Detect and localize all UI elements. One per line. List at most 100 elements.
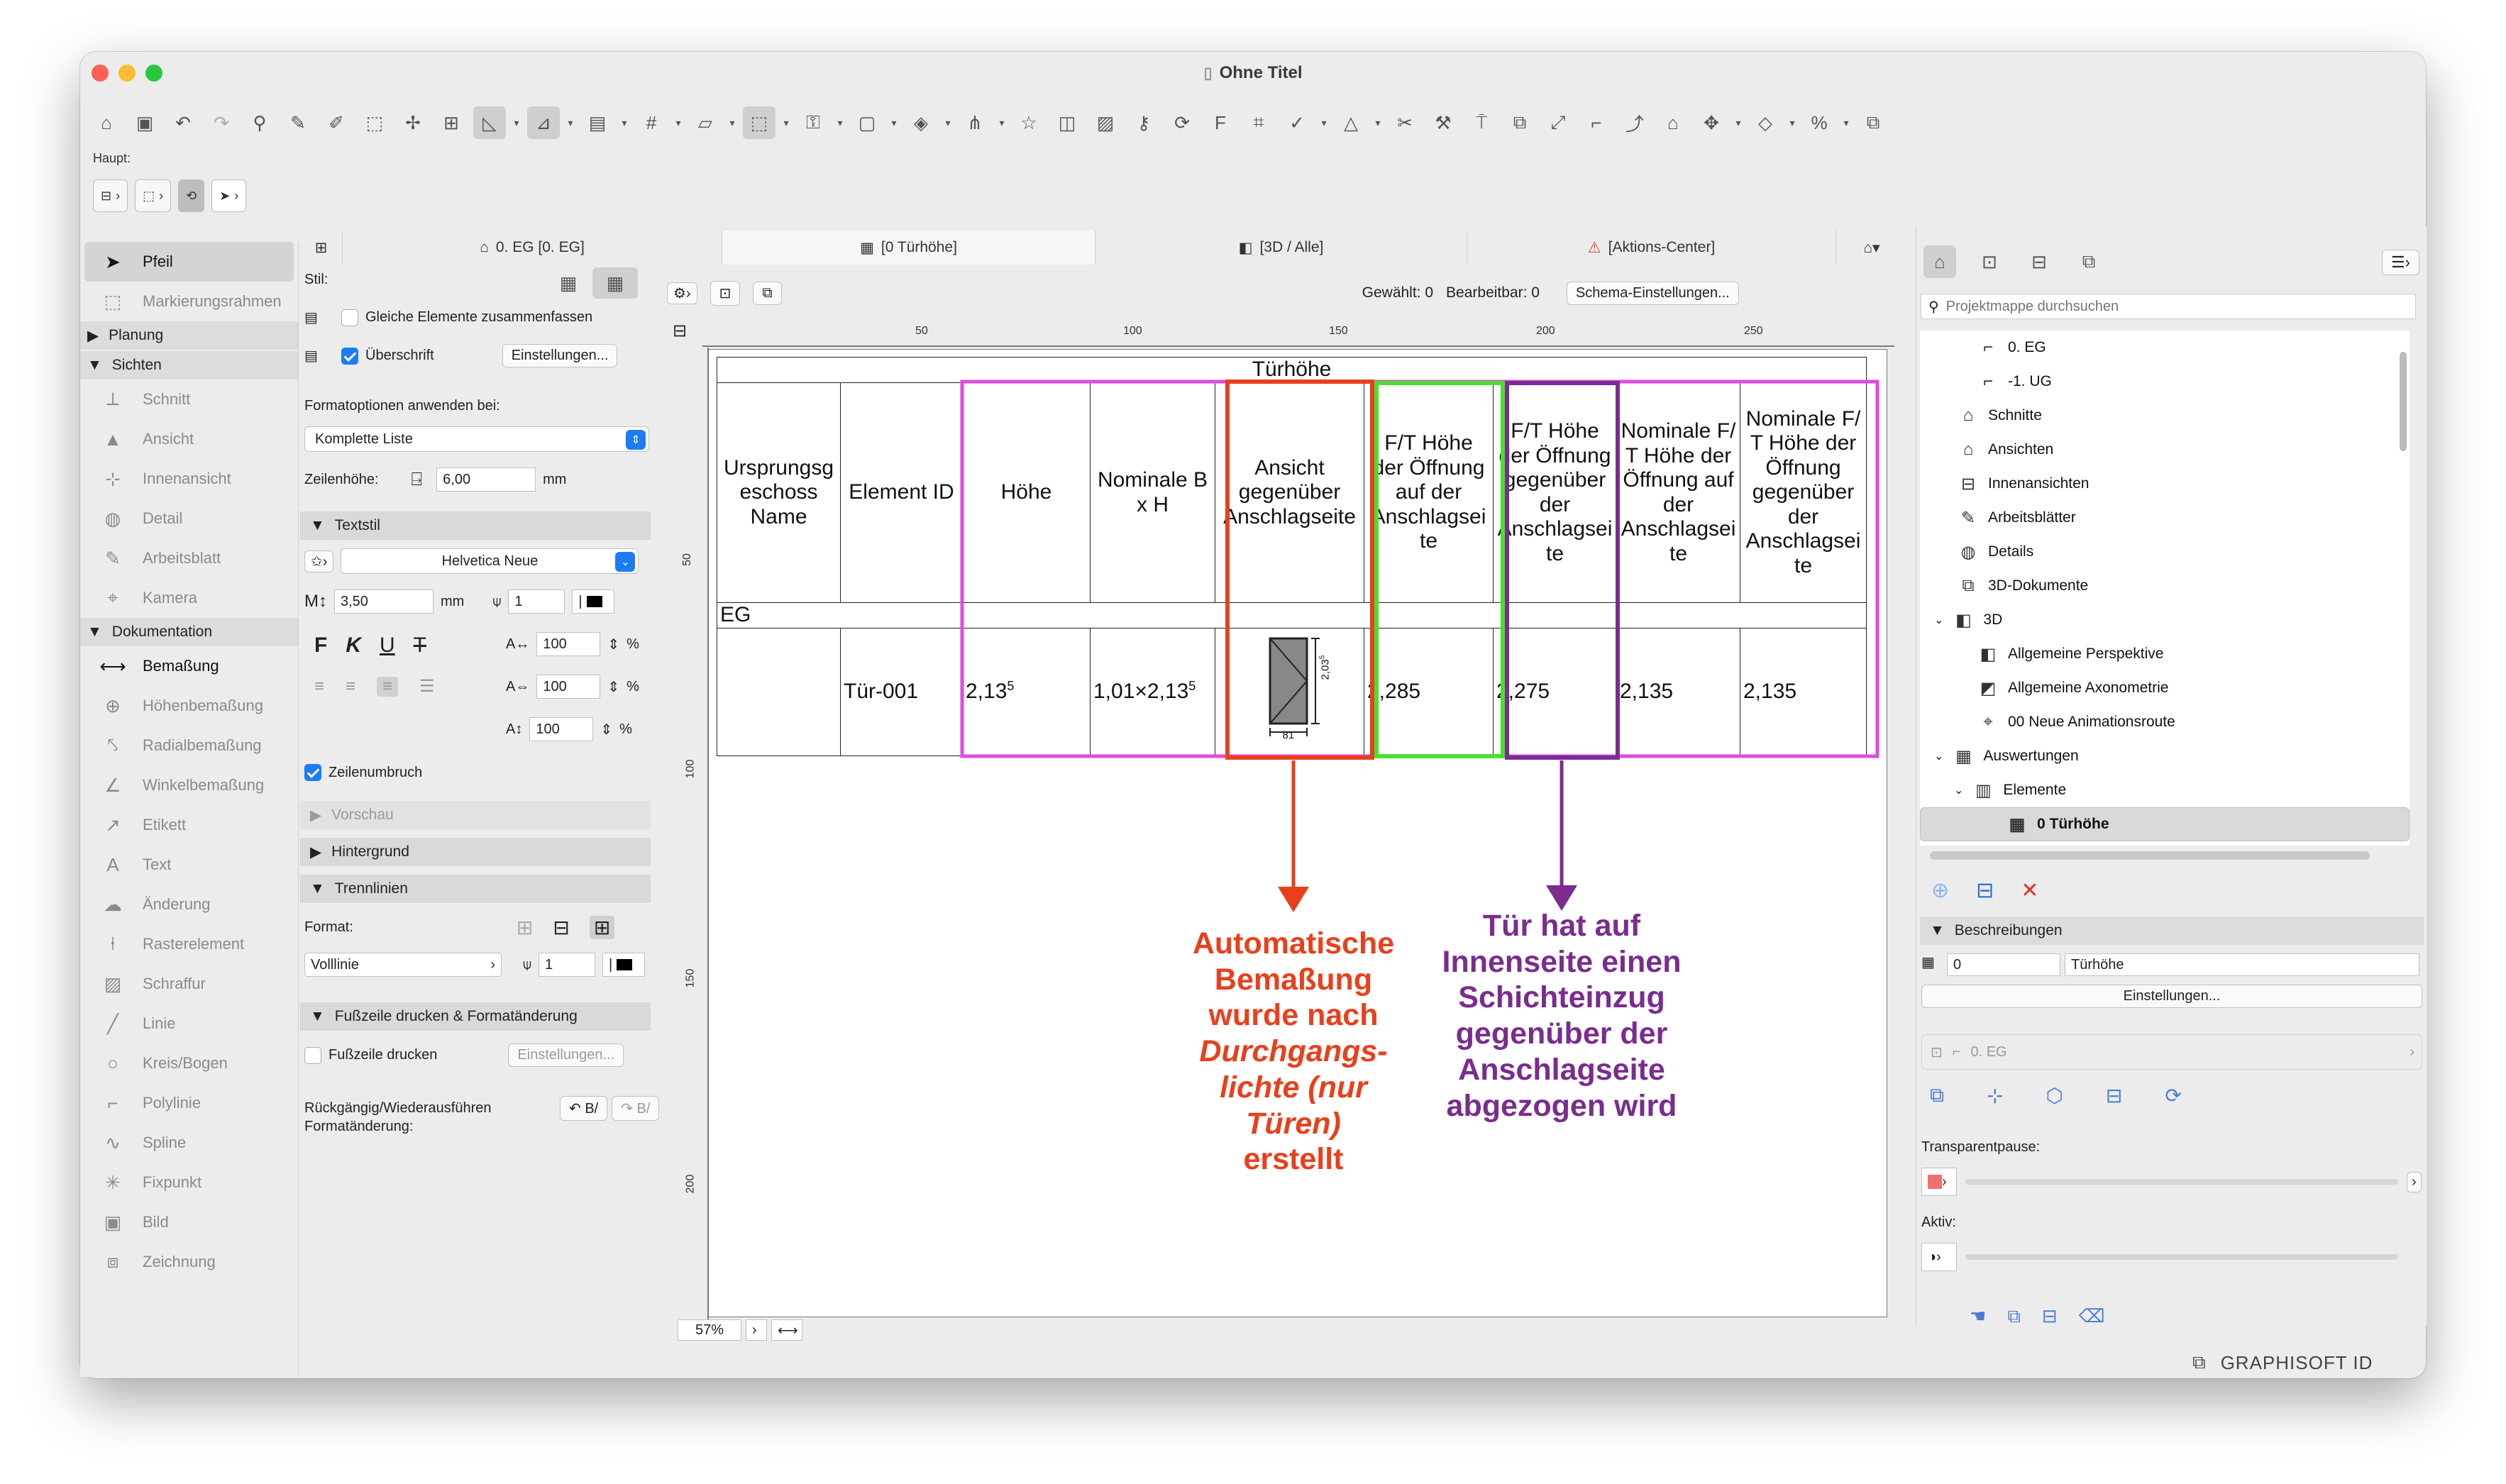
trace-color-swatch[interactable]: ›: [1921, 1168, 1957, 1196]
tree-item[interactable]: ⌄ ▦ Auswertungen: [1920, 739, 2410, 773]
chevron-down-icon[interactable]: ▾: [673, 117, 683, 129]
schema-einstellungen-button[interactable]: Schema-Einstellungen...: [1566, 281, 1739, 305]
select-area-icon[interactable]: ⊡: [710, 280, 741, 306]
font-select[interactable]: Helvetica Neue ⌄: [341, 548, 639, 574]
layer-field[interactable]: ⊡ ⌐ 0. EG ›: [1921, 1034, 2422, 1070]
line-type-select[interactable]: Volllinie ›: [304, 953, 502, 977]
tool-etikett[interactable]: ↗ Etikett: [80, 805, 298, 845]
snap-icon[interactable]: ✢: [397, 106, 429, 139]
tab-action-center[interactable]: ⚠ [Aktions-Center]: [1467, 231, 1836, 265]
stepper-icon[interactable]: ⇕: [607, 636, 619, 653]
tool-arbeitsblatt[interactable]: ✎ Arbeitsblatt: [80, 538, 298, 578]
fit-width-icon[interactable]: ⟷: [771, 1319, 802, 1341]
ueberschrift-checkbox[interactable]: [341, 347, 358, 365]
line-pen-input[interactable]: 1: [539, 953, 595, 977]
resize-icon[interactable]: ⤢: [1542, 106, 1574, 139]
align-left-icon[interactable]: ≡: [314, 677, 324, 697]
grid-inner-icon[interactable]: ⊞: [517, 916, 533, 939]
percent-icon[interactable]: %: [1803, 106, 1836, 139]
rotate-view-button[interactable]: ⟲: [178, 179, 205, 212]
grid-rows-icon[interactable]: ⊟: [553, 916, 569, 939]
beschreibungen-header[interactable]: ▼ Beschreibungen: [1920, 917, 2424, 945]
tree-item[interactable]: ⌂ Schnitte: [1920, 399, 2410, 433]
library-icon[interactable]: ◫: [1051, 106, 1083, 139]
textstil-header[interactable]: ▼ Textstil: [300, 511, 651, 540]
tool-rasterelement[interactable]: ⍿ Rasterelement: [80, 924, 298, 964]
minimize-window-button[interactable]: [118, 65, 136, 82]
color-wheel-icon[interactable]: ◑›: [1921, 1243, 1957, 1271]
scissors-icon[interactable]: ✂: [1389, 106, 1421, 139]
window-layout-icon[interactable]: ⧉: [2192, 1351, 2207, 1374]
offset-icon[interactable]: ⧉: [1503, 106, 1536, 139]
scale1-input[interactable]: 100: [536, 632, 601, 656]
tool-kamera[interactable]: ⌖ Kamera: [80, 578, 298, 618]
chevron-down-icon[interactable]: ▾: [781, 117, 791, 129]
delete-view-icon[interactable]: ✕: [2021, 878, 2038, 903]
view-map-icon[interactable]: ⊡: [1973, 245, 2006, 278]
table-style-1-icon[interactable]: ▦: [548, 269, 588, 297]
open-icon[interactable]: ⧉: [1930, 1084, 1944, 1107]
format-redo-button[interactable]: ↷ B/: [612, 1096, 660, 1121]
overlay-icon[interactable]: ⊟: [2042, 1305, 2058, 1328]
aktiv-slider[interactable]: [1965, 1254, 2398, 1260]
project-map-icon[interactable]: ⌂: [1923, 245, 1956, 278]
scale3-input[interactable]: 100: [529, 717, 594, 741]
move-icon[interactable]: ✥: [1695, 106, 1728, 139]
angle-icon[interactable]: ⊿: [527, 106, 560, 139]
tab-options-button[interactable]: ⌂▾: [1836, 231, 1907, 265]
einstellungen-button[interactable]: Einstellungen...: [502, 344, 618, 367]
publish-icon[interactable]: ⊟: [2106, 1084, 2122, 1107]
hand-icon[interactable]: ☚: [1970, 1305, 1986, 1328]
tool-aenderung[interactable]: ☁ Änderung: [80, 885, 298, 924]
hierarchy-icon[interactable]: ⋔: [959, 106, 991, 139]
font-size-input[interactable]: 3,50: [334, 589, 434, 614]
tool-schraffur[interactable]: ▨ Schraffur: [80, 964, 298, 1004]
elevate-icon[interactable]: ⍑: [1465, 106, 1498, 139]
tool-text[interactable]: A Text: [80, 845, 298, 885]
tool-linie[interactable]: ╱ Linie: [80, 1004, 298, 1043]
redo-icon[interactable]: ↷: [205, 106, 238, 139]
tool-winkelbemassung[interactable]: ∠ Winkelbemaßung: [80, 765, 298, 805]
einstellungen-button-disabled[interactable]: Einstellungen...: [508, 1043, 624, 1067]
tree-item[interactable]: ⧉ 3D-Dokumente: [1920, 569, 2410, 603]
undo-icon[interactable]: ↶: [167, 106, 199, 139]
zeilenhoehe-input[interactable]: 6,00: [436, 467, 536, 492]
chevron-down-icon[interactable]: ▾: [997, 117, 1007, 129]
formatoptionen-select[interactable]: Komplette Liste ⇕: [304, 426, 649, 452]
zoom-window-button[interactable]: [145, 65, 162, 82]
tree-scrollbar[interactable]: [2400, 352, 2407, 451]
section-sichten[interactable]: ▼ Sichten: [80, 351, 298, 380]
copy-icon[interactable]: ⧉: [1857, 106, 1889, 139]
tool-polylinie[interactable]: ⌐ Polylinie: [80, 1083, 298, 1123]
ruler-corner-icon[interactable]: ⊟: [673, 321, 687, 341]
align-justify-icon[interactable]: ☰: [419, 676, 435, 697]
chevron-down-icon[interactable]: ▾: [889, 117, 899, 129]
chevron-down-icon[interactable]: ▾: [1787, 117, 1797, 129]
ruler-icon[interactable]: ⊞: [435, 106, 468, 139]
hammer-icon[interactable]: ⚒: [1427, 106, 1459, 139]
tool-schnitt[interactable]: ⟂ Schnitt: [80, 380, 298, 419]
desc-name-input[interactable]: Türhöhe: [2065, 953, 2419, 976]
trennlinien-header[interactable]: ▼ Trennlinien: [300, 875, 651, 903]
text-format-icon[interactable]: F: [1204, 106, 1237, 139]
plane-icon[interactable]: ▱: [689, 106, 722, 139]
tree-item[interactable]: ✎ Arbeitsblätter: [1920, 501, 2410, 535]
stepper-icon[interactable]: ⇕: [607, 678, 619, 696]
fusszeile-header[interactable]: ▼ Fußzeile drucken & Formatänderung: [300, 1002, 651, 1031]
grid-icon[interactable]: #: [635, 106, 668, 139]
tool-spline[interactable]: ∿ Spline: [80, 1123, 298, 1163]
tool-zeichnung[interactable]: ⧈ Zeichnung: [80, 1242, 298, 1282]
zoom-input[interactable]: 57%: [678, 1319, 741, 1341]
nav-einstellungen-button[interactable]: Einstellungen...: [1921, 985, 2422, 1008]
chevron-down-icon[interactable]: ▾: [1373, 117, 1383, 129]
tree-item[interactable]: ⌐ 0. EG: [1920, 331, 2410, 365]
triangle-icon[interactable]: △: [1335, 106, 1367, 139]
settings-gear-icon[interactable]: ⚙›: [667, 282, 697, 304]
hintergrund-header[interactable]: ▶ Hintergrund: [300, 838, 651, 866]
tool-kreis-bogen[interactable]: ○ Kreis/Bogen: [80, 1043, 298, 1083]
navigator-menu-icon[interactable]: ☰›: [2381, 250, 2419, 275]
tag-icon[interactable]: ⌗: [1242, 106, 1275, 139]
lock-icon[interactable]: ⚿: [797, 106, 829, 139]
schedule-options-icon[interactable]: ⧉: [753, 281, 782, 305]
clone-view-icon[interactable]: ⊟: [1976, 878, 1994, 903]
